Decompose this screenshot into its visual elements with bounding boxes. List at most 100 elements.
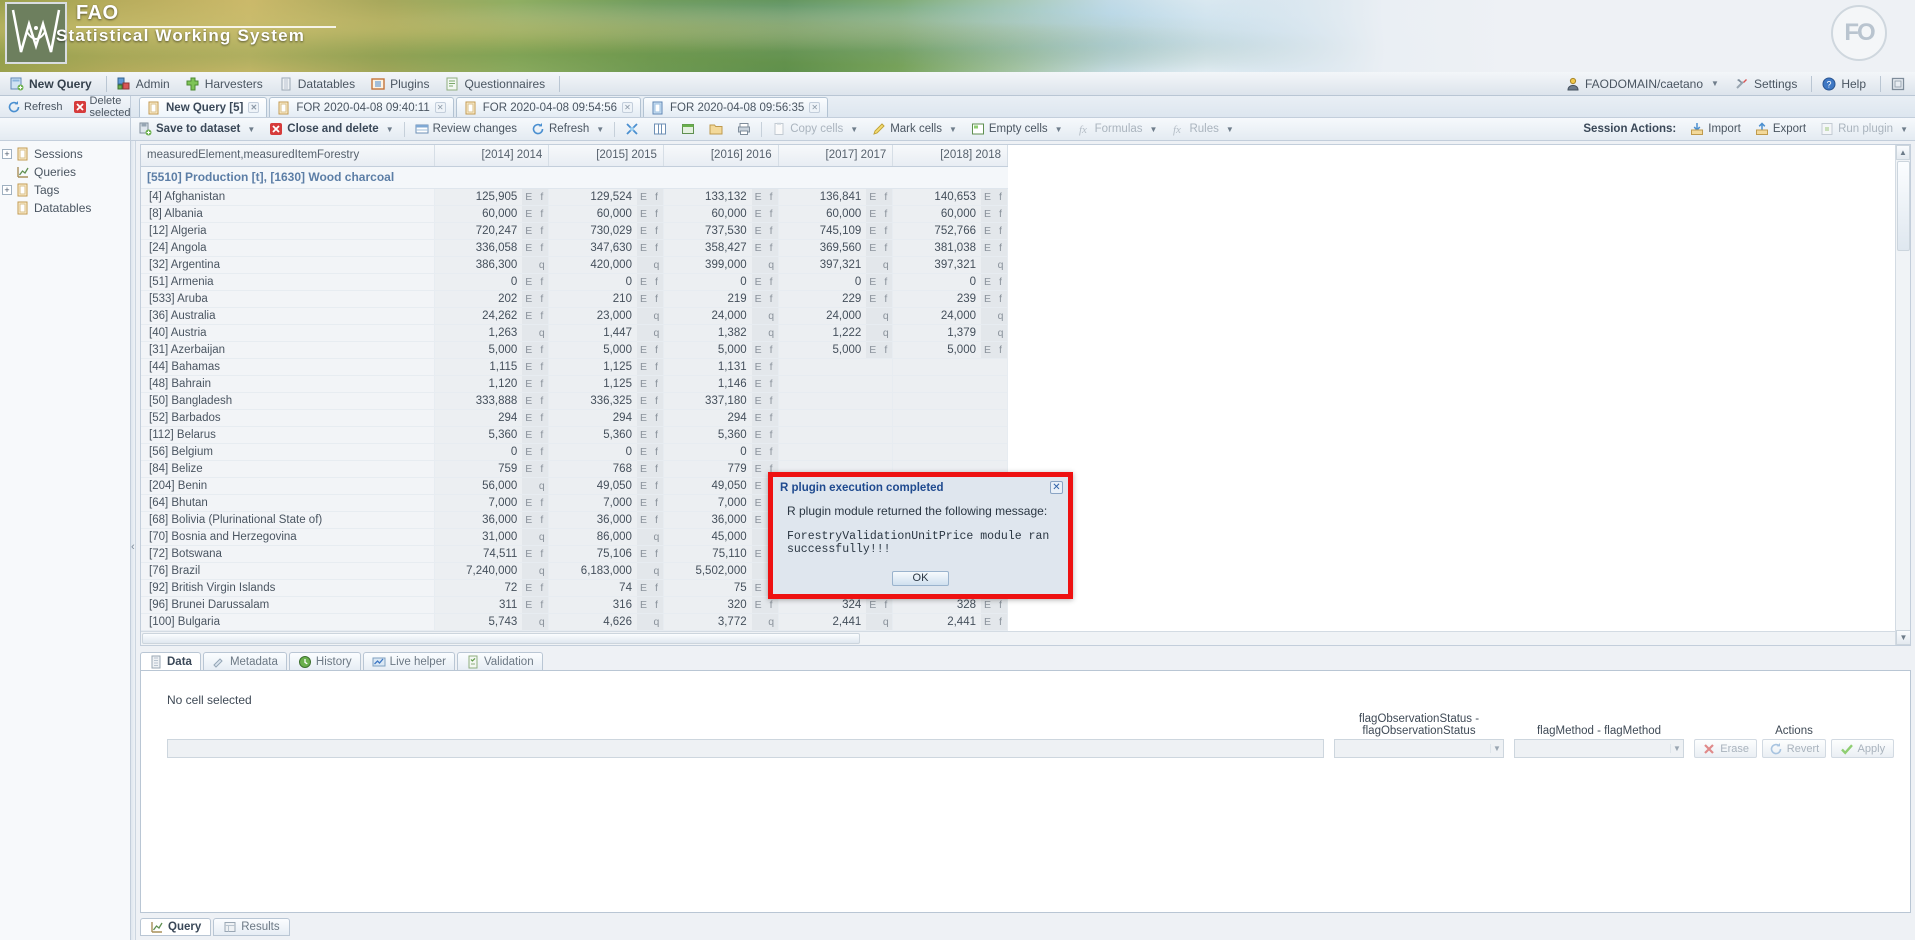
data-cell[interactable]: 75Ef bbox=[663, 579, 779, 597]
data-cell[interactable]: 229 Ef bbox=[778, 290, 894, 308]
data-cell[interactable]: 1,125 Ef bbox=[548, 358, 664, 376]
data-cell[interactable]: 294 Ef bbox=[663, 409, 779, 427]
table-row[interactable]: [52] Barbados 294 Ef 294 Ef 294 Ef bbox=[141, 409, 1008, 427]
data-cell[interactable]: 0Ef bbox=[548, 273, 664, 291]
data-cell[interactable]: 399,000 q bbox=[663, 256, 779, 274]
data-cell[interactable] bbox=[778, 426, 894, 444]
data-cell[interactable]: 5,000 Ef bbox=[663, 341, 779, 359]
data-cell[interactable]: 0Ef bbox=[548, 443, 664, 461]
expander-icon[interactable]: + bbox=[2, 149, 12, 159]
data-cell[interactable]: 49,050Ef bbox=[663, 477, 779, 495]
data-cell[interactable]: 333,888 Ef bbox=[434, 392, 550, 410]
erase-button[interactable]: Erase bbox=[1694, 739, 1758, 758]
data-cell[interactable] bbox=[778, 375, 894, 393]
tab-new-query[interactable]: New Query [5] ✕ bbox=[139, 97, 268, 117]
export-grid-button[interactable] bbox=[674, 120, 702, 138]
data-cell[interactable]: 336,325 Ef bbox=[548, 392, 664, 410]
data-cell[interactable]: 5,360 Ef bbox=[663, 426, 779, 444]
tab-for-09-56-35[interactable]: FOR 2020-04-08 09:56:35 ✕ bbox=[643, 97, 829, 117]
data-cell[interactable]: 720,247 Ef bbox=[434, 222, 550, 240]
tab-history[interactable]: History bbox=[288, 652, 361, 670]
menu-item-admin[interactable]: Admin bbox=[111, 75, 180, 93]
data-cell[interactable]: 75,106 Ef bbox=[548, 545, 664, 563]
data-cell[interactable]: 7,240,000 q bbox=[434, 562, 550, 580]
chevron-down-icon[interactable]: ▼ bbox=[850, 125, 858, 134]
data-cell[interactable]: 294 Ef bbox=[548, 409, 664, 427]
tab-validation[interactable]: Validation bbox=[456, 652, 543, 670]
grid-vertical-scrollbar[interactable]: ▲ ▼ bbox=[1895, 145, 1910, 645]
data-cell[interactable]: 320 Ef bbox=[663, 596, 779, 614]
column-header-2016[interactable]: [2016] 2016 bbox=[663, 145, 779, 167]
data-cell[interactable]: 1,115 Ef bbox=[434, 358, 550, 376]
data-cell[interactable] bbox=[778, 409, 894, 427]
data-cell[interactable]: 759 Ef bbox=[434, 460, 550, 478]
data-cell[interactable]: 6,183,000 q bbox=[548, 562, 664, 580]
table-row[interactable]: [24] Angola 336,058 Ef 347,630 Ef 358,427 Ef 36… bbox=[141, 239, 1008, 257]
table-row[interactable]: [8] Albania 60,000 Ef 60,000 Ef 60,000 Ef 60,00… bbox=[141, 205, 1008, 223]
data-cell[interactable]: 4,626 q bbox=[548, 613, 664, 631]
data-cell[interactable]: 1,379 q bbox=[892, 324, 1008, 342]
menu-item-user[interactable]: FAODOMAIN/caetano ▼ bbox=[1560, 75, 1729, 93]
flag-observation-select[interactable]: ▼ bbox=[1334, 739, 1504, 758]
data-cell[interactable]: 347,630 Ef bbox=[548, 239, 664, 257]
delete-selected-button[interactable]: Delete selected bbox=[69, 94, 135, 120]
close-icon[interactable]: ✕ bbox=[248, 102, 260, 113]
data-cell[interactable]: 1,120 Ef bbox=[434, 375, 550, 393]
data-cell[interactable]: 24,000 q bbox=[892, 307, 1008, 325]
table-row[interactable]: [40] Austria 1,263 q 1,447 q 1,382 q 1,222 q… bbox=[141, 324, 1008, 342]
data-cell[interactable]: 60,000 Ef bbox=[892, 205, 1008, 223]
refresh-queries-button[interactable]: Refresh bbox=[3, 99, 67, 115]
revert-button[interactable]: Revert bbox=[1762, 739, 1826, 758]
save-to-dataset-button[interactable]: Save to dataset ▼ bbox=[131, 120, 262, 138]
data-cell[interactable]: 60,000 Ef bbox=[663, 205, 779, 223]
data-cell[interactable]: 730,029 Ef bbox=[548, 222, 664, 240]
data-cell[interactable]: 136,841 Ef bbox=[778, 188, 894, 206]
data-cell[interactable]: 60,000 Ef bbox=[434, 205, 550, 223]
data-cell[interactable]: 1,382 q bbox=[663, 324, 779, 342]
table-row[interactable]: [533] Aruba 202 Ef 210 Ef 219 Ef 229 Ef 239 Ef bbox=[141, 290, 1008, 308]
close-icon[interactable]: ✕ bbox=[434, 102, 446, 113]
run-plugin-button[interactable]: Run plugin ▼ bbox=[1813, 120, 1915, 138]
menu-item-datatables[interactable]: Datatables bbox=[273, 75, 365, 93]
chevron-down-icon[interactable]: ▼ bbox=[1226, 125, 1234, 134]
sidebar-item-tags[interactable]: + Tags bbox=[0, 181, 130, 199]
data-cell[interactable] bbox=[892, 358, 1008, 376]
scroll-down-icon[interactable]: ▼ bbox=[1896, 630, 1910, 645]
footer-tab-results[interactable]: Results bbox=[213, 918, 290, 936]
tab-data[interactable]: Data bbox=[140, 652, 201, 670]
data-cell[interactable]: 779 Ef bbox=[663, 460, 779, 478]
data-cell[interactable]: 369,560 Ef bbox=[778, 239, 894, 257]
refresh-data-button[interactable]: Refresh ▼ bbox=[524, 120, 611, 138]
data-cell[interactable]: 337,180 Ef bbox=[663, 392, 779, 410]
menu-item-new-query[interactable]: New Query bbox=[4, 75, 102, 93]
data-cell[interactable]: 1,222 q bbox=[778, 324, 894, 342]
menu-item-help[interactable]: ? Help bbox=[1816, 75, 1876, 93]
chevron-down-icon[interactable]: ▼ bbox=[1055, 125, 1063, 134]
data-cell[interactable]: 7,000Ef bbox=[663, 494, 779, 512]
data-cell[interactable] bbox=[892, 426, 1008, 444]
grid-hscroll-thumb[interactable] bbox=[142, 633, 860, 644]
data-cell[interactable]: 1,263 q bbox=[434, 324, 550, 342]
data-cell[interactable]: 397,321 q bbox=[778, 256, 894, 274]
close-icon[interactable]: ✕ bbox=[809, 102, 821, 113]
mark-cells-button[interactable]: Mark cells ▼ bbox=[865, 120, 964, 138]
data-cell[interactable]: 24,000 q bbox=[663, 307, 779, 325]
data-cell[interactable] bbox=[778, 443, 894, 461]
print-button[interactable] bbox=[730, 120, 758, 138]
data-cell[interactable]: 36,000 Ef bbox=[434, 511, 550, 529]
menu-item-harvesters[interactable]: Harvesters bbox=[180, 75, 273, 93]
data-cell[interactable]: 74,511 Ef bbox=[434, 545, 550, 563]
open-folder-button[interactable] bbox=[702, 120, 730, 138]
copy-cells-button[interactable]: Copy cells ▼ bbox=[765, 120, 865, 138]
data-cell[interactable]: 129,524 Ef bbox=[548, 188, 664, 206]
data-cell[interactable] bbox=[892, 392, 1008, 410]
menu-item-settings[interactable]: Settings bbox=[1729, 75, 1807, 93]
data-cell[interactable]: 74 Ef bbox=[548, 579, 664, 597]
data-cell[interactable]: 381,038 Ef bbox=[892, 239, 1008, 257]
data-cell[interactable]: 75,110Ef bbox=[663, 545, 779, 563]
sidebar-item-queries[interactable]: Queries bbox=[0, 163, 130, 181]
tab-live-helper[interactable]: Live helper bbox=[362, 652, 455, 670]
data-cell[interactable]: 140,653 Ef bbox=[892, 188, 1008, 206]
data-cell[interactable]: 49,050Ef bbox=[548, 477, 664, 495]
data-cell[interactable]: 23,000 q bbox=[548, 307, 664, 325]
